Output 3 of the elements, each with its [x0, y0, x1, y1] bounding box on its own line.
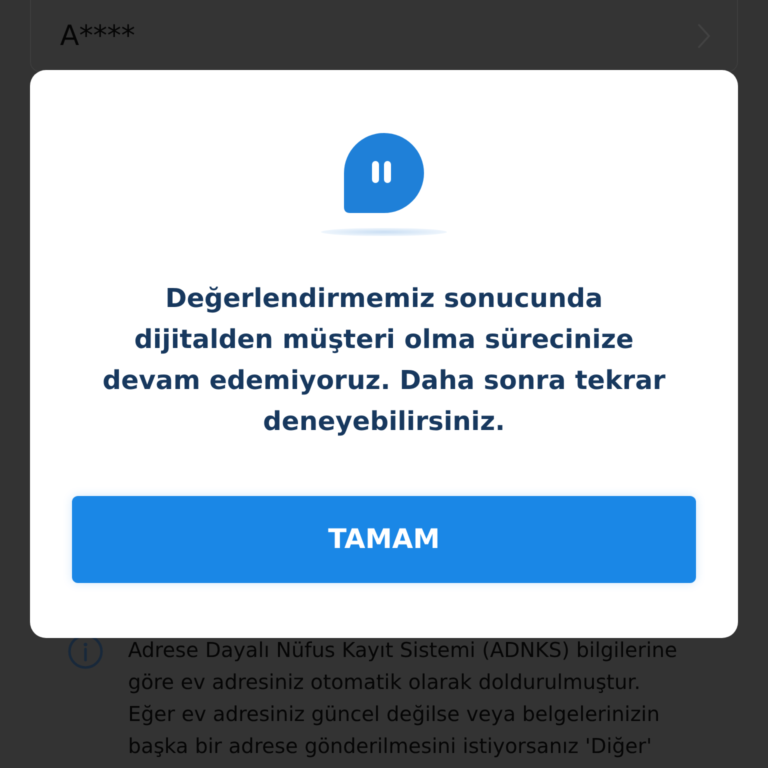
dialog-message: Değerlendirmemiz sonucunda dijitalden müşteri olma sürecinize devam edemiyoruz. Daha sonra tekrar deneyebilirsiniz. [101, 283, 666, 439]
ok-button[interactable]: TAMAM [72, 496, 696, 583]
pause-bubble-icon [319, 133, 449, 238]
